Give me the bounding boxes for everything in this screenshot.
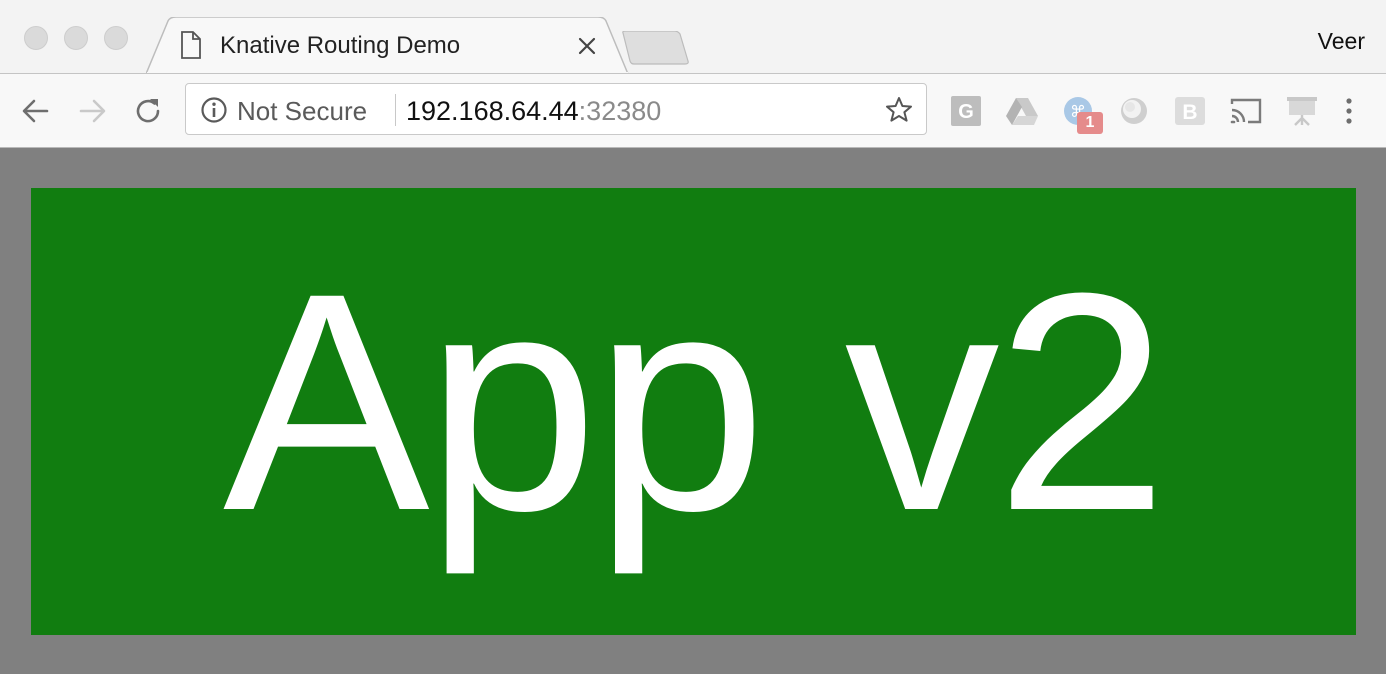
circle-extension-icon[interactable] — [1117, 94, 1151, 128]
security-label[interactable]: Not Secure — [237, 96, 367, 127]
back-arrow-icon[interactable] — [19, 94, 53, 128]
svg-text:B: B — [1182, 101, 1197, 124]
svg-text:G: G — [958, 101, 974, 123]
app-version-panel: App v2 — [31, 188, 1356, 635]
url-port: :32380 — [578, 96, 662, 126]
close-icon[interactable] — [576, 35, 598, 57]
kebab-menu-icon[interactable] — [1334, 94, 1364, 128]
new-tab-button[interactable] — [620, 30, 690, 65]
google-drive-extension-icon[interactable] — [1005, 94, 1039, 128]
google-translate-extension-icon[interactable]: G — [949, 94, 983, 128]
presentation-extension-icon[interactable] — [1285, 94, 1319, 128]
address-divider — [395, 94, 396, 126]
page-icon — [180, 31, 202, 64]
window-zoom-button[interactable] — [104, 26, 128, 50]
url-text[interactable]: 192.168.64.44:32380 — [406, 96, 661, 127]
tab-active[interactable]: Knative Routing Demo — [146, 17, 630, 75]
page-viewport: App v2 — [0, 148, 1386, 674]
extension-badge: 1 — [1077, 112, 1103, 134]
tab-strip: Knative Routing Demo Veer — [0, 0, 1386, 75]
app-version-heading: App v2 — [222, 227, 1168, 575]
profile-name-button[interactable]: Veer — [1318, 28, 1365, 55]
window-close-button[interactable] — [24, 26, 48, 50]
forward-arrow-icon[interactable] — [75, 94, 109, 128]
tab-title: Knative Routing Demo — [220, 32, 461, 59]
cast-icon[interactable] — [1229, 94, 1263, 128]
browser-window: Knative Routing Demo Veer Not Secure 192… — [0, 0, 1386, 674]
window-minimize-button[interactable] — [64, 26, 88, 50]
info-icon[interactable] — [200, 96, 228, 129]
reload-icon[interactable] — [131, 94, 165, 128]
bootstrap-extension-icon[interactable]: B — [1173, 94, 1207, 128]
url-host: 192.168.64.44 — [406, 96, 579, 126]
address-bar[interactable]: Not Secure 192.168.64.44:32380 — [185, 83, 927, 135]
browser-toolbar: Not Secure 192.168.64.44:32380 G B — [0, 74, 1386, 148]
star-icon[interactable] — [884, 95, 914, 130]
